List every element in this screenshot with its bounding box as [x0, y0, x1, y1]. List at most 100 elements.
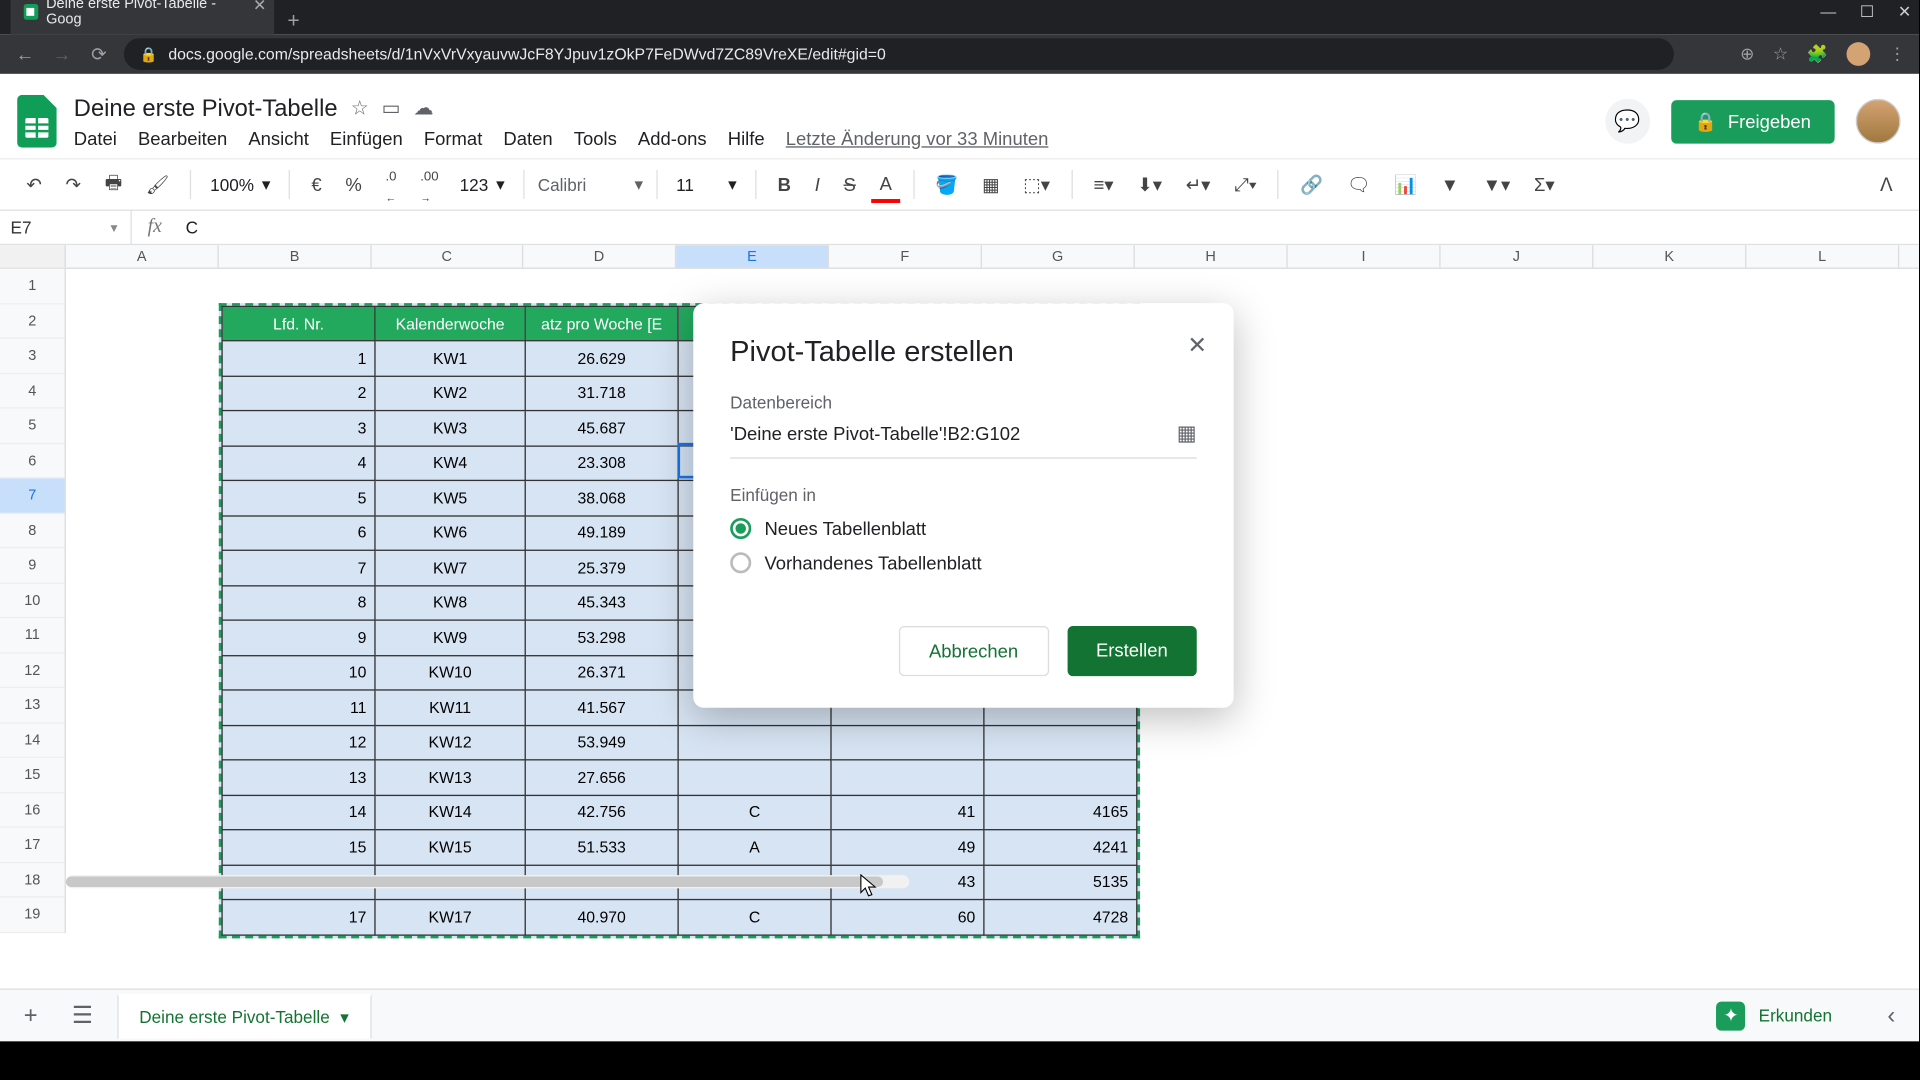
browser-menu-icon[interactable]: ⋮: [1889, 43, 1906, 64]
row-header-15[interactable]: 15: [0, 758, 65, 793]
comment-icon[interactable]: 🗨: [1339, 168, 1378, 201]
table-header[interactable]: Lfd. Nr.: [222, 306, 375, 340]
add-sheet-icon[interactable]: +: [13, 996, 48, 1034]
collapse-toolbar-icon[interactable]: ᐱ: [1872, 168, 1900, 201]
close-window-icon[interactable]: ✕: [1898, 3, 1911, 21]
row-header-16[interactable]: 16: [0, 793, 65, 828]
row-header-3[interactable]: 3: [0, 339, 65, 374]
horizontal-scrollbar[interactable]: [66, 875, 910, 888]
name-box[interactable]: E7▼: [0, 211, 132, 244]
col-header-F[interactable]: F: [829, 245, 982, 267]
redo-icon[interactable]: ↷: [58, 168, 89, 201]
menu-view[interactable]: Ansicht: [248, 127, 309, 148]
forward-icon[interactable]: →: [50, 43, 74, 64]
row-header-11[interactable]: 11: [0, 618, 65, 653]
currency-icon[interactable]: €: [303, 169, 329, 201]
menu-addons[interactable]: Add-ons: [638, 127, 707, 148]
select-all-corner[interactable]: [0, 245, 66, 267]
row-header-8[interactable]: 8: [0, 513, 65, 548]
bold-icon[interactable]: B: [770, 169, 799, 201]
account-avatar[interactable]: [1856, 99, 1901, 144]
side-panel-toggle-icon[interactable]: ‹: [1877, 996, 1906, 1034]
range-input[interactable]: 'Deine erste Pivot-Tabelle'!B2:G102: [730, 423, 1020, 444]
italic-icon[interactable]: I: [807, 169, 828, 201]
col-header-E[interactable]: E: [676, 245, 829, 267]
col-header-G[interactable]: G: [982, 245, 1135, 267]
tab-close-icon[interactable]: ✕: [253, 0, 266, 14]
col-header-B[interactable]: B: [219, 245, 372, 267]
all-sheets-icon[interactable]: ☰: [61, 996, 103, 1034]
doc-title[interactable]: Deine erste Pivot-Tabelle: [74, 94, 338, 122]
minimize-icon[interactable]: —: [1820, 3, 1836, 21]
menu-edit[interactable]: Bearbeiten: [138, 127, 227, 148]
row-header-4[interactable]: 4: [0, 374, 65, 409]
decimal-increase-icon[interactable]: .00→: [412, 158, 446, 211]
new-tab-button[interactable]: +: [274, 11, 313, 35]
menu-format[interactable]: Format: [424, 127, 482, 148]
wrap-icon[interactable]: ↵▾: [1178, 168, 1219, 201]
star-icon[interactable]: ☆: [351, 96, 369, 120]
col-header-K[interactable]: K: [1593, 245, 1746, 267]
row-header-18[interactable]: 18: [0, 863, 65, 898]
row-header-5[interactable]: 5: [0, 409, 65, 444]
strike-icon[interactable]: S: [836, 169, 864, 201]
url-field[interactable]: 🔒 docs.google.com/spreadsheets/d/1nVxVrV…: [124, 38, 1674, 70]
cancel-button[interactable]: Abbrechen: [899, 626, 1049, 676]
col-header-D[interactable]: D: [523, 245, 676, 267]
extensions-icon[interactable]: 🧩: [1807, 43, 1828, 64]
row-header-12[interactable]: 12: [0, 653, 65, 688]
row-header-2[interactable]: 2: [0, 304, 65, 339]
explore-button[interactable]: ✦ Erkunden: [1698, 993, 1850, 1038]
reload-icon[interactable]: ⟳: [87, 43, 111, 65]
menu-data[interactable]: Daten: [503, 127, 552, 148]
paint-format-icon[interactable]: 🖌: [138, 168, 177, 201]
rotate-icon[interactable]: ⤢▾: [1226, 168, 1264, 201]
text-color-icon[interactable]: A: [872, 167, 900, 203]
row-header-1[interactable]: 1: [0, 269, 65, 304]
last-edit-link[interactable]: Letzte Änderung vor 33 Minuten: [786, 127, 1049, 148]
sheet-tab-active[interactable]: Deine erste Pivot-Tabelle ▾: [117, 993, 371, 1038]
chart-icon[interactable]: 📊: [1386, 168, 1425, 201]
decimal-decrease-icon[interactable]: .0←: [378, 158, 405, 211]
back-icon[interactable]: ←: [13, 43, 37, 64]
row-header-19[interactable]: 19: [0, 898, 65, 933]
table-row[interactable]: 14KW1442.756C414165: [222, 795, 1137, 830]
fill-color-icon[interactable]: 🪣: [928, 168, 967, 201]
v-align-icon[interactable]: ⬇▾: [1129, 168, 1170, 201]
row-header-7[interactable]: 7: [0, 478, 65, 513]
print-icon[interactable]: 🖶: [97, 163, 130, 205]
menu-insert[interactable]: Einfügen: [330, 127, 403, 148]
formula-value[interactable]: C: [178, 217, 206, 237]
zoom-select[interactable]: 100%▾: [205, 174, 276, 195]
table-header[interactable]: Kalenderwoche: [375, 306, 525, 340]
number-format-select[interactable]: 123▾: [454, 174, 510, 195]
functions-icon[interactable]: Σ▾: [1526, 168, 1562, 201]
zoom-text-icon[interactable]: ⊕: [1740, 43, 1754, 64]
font-size-select[interactable]: 11▾: [671, 174, 742, 195]
row-header-14[interactable]: 14: [0, 723, 65, 758]
table-header[interactable]: atz pro Woche [E: [525, 306, 678, 340]
comments-icon[interactable]: 💬: [1605, 99, 1650, 144]
table-row[interactable]: 17KW1740.970C604728: [222, 900, 1137, 935]
cloud-saved-icon[interactable]: ☁: [414, 96, 434, 120]
col-header-I[interactable]: I: [1288, 245, 1441, 267]
browser-tab[interactable]: Deine erste Pivot-Tabelle - Goog ✕: [11, 0, 275, 34]
filter-views-icon[interactable]: ▼▾: [1475, 168, 1518, 201]
maximize-icon[interactable]: ☐: [1860, 3, 1874, 21]
undo-icon[interactable]: ↶: [18, 168, 49, 201]
profile-avatar-icon[interactable]: [1847, 42, 1871, 66]
table-row[interactable]: 13KW1327.656: [222, 760, 1137, 795]
move-icon[interactable]: ▭: [382, 96, 401, 120]
row-header-9[interactable]: 9: [0, 548, 65, 583]
row-header-17[interactable]: 17: [0, 828, 65, 863]
link-icon[interactable]: 🔗: [1292, 168, 1331, 201]
menu-file[interactable]: Datei: [74, 127, 117, 148]
radio-new-sheet[interactable]: Neues Tabellenblatt: [730, 518, 1197, 539]
percent-icon[interactable]: %: [337, 169, 369, 201]
row-header-6[interactable]: 6: [0, 444, 65, 479]
menu-help[interactable]: Hilfe: [728, 127, 765, 148]
col-header-C[interactable]: C: [372, 245, 524, 267]
select-range-icon[interactable]: ▦: [1177, 420, 1197, 446]
col-header-J[interactable]: J: [1441, 245, 1594, 267]
radio-existing-sheet[interactable]: Vorhandenes Tabellenblatt: [730, 552, 1197, 573]
